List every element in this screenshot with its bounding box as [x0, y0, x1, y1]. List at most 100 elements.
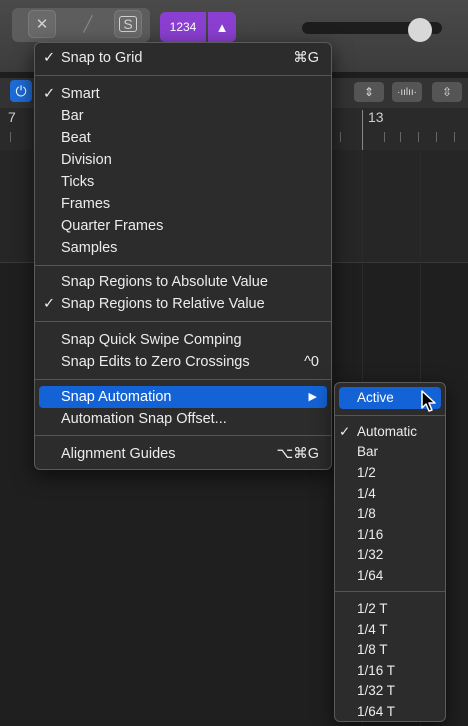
ruler-tick — [10, 132, 11, 142]
menu-item-label: Snap Regions to Relative Value — [61, 296, 265, 312]
menu-separator — [35, 379, 331, 380]
waveform-zoom-button[interactable]: ·ıılıı· — [392, 82, 422, 102]
submenu-item-1-32-t[interactable]: 1/32 T — [339, 680, 441, 702]
menu-item-label: Snap Regions to Absolute Value — [61, 274, 268, 290]
solo-label: S — [119, 16, 137, 32]
menu-item-label: Quarter Frames — [61, 218, 164, 234]
menu-item-frames[interactable]: Frames — [39, 193, 327, 215]
ruler-tick — [436, 132, 437, 142]
menu-item-shortcut: ⌘G — [293, 50, 319, 66]
menu-item-snap-zero-crossings[interactable]: Snap Edits to Zero Crossings ^0 — [39, 351, 327, 373]
menu-item-automation-snap-offset[interactable]: Automation Snap Offset... — [39, 408, 327, 430]
power-icon[interactable]: ⏻ — [10, 80, 32, 102]
submenu-item-1-16-t[interactable]: 1/16 T — [339, 660, 441, 682]
submenu-item-1-4[interactable]: 1/4 — [339, 483, 441, 505]
ruler-tick — [400, 132, 401, 142]
menu-item-label: Smart — [61, 86, 100, 102]
menu-item-label: Snap to Grid — [61, 50, 143, 66]
submenu-item-automatic[interactable]: ✓ Automatic — [339, 421, 441, 443]
fit-vertical-button[interactable]: ⇳ — [432, 82, 462, 102]
submenu-item-bar[interactable]: Bar — [339, 441, 441, 463]
submenu-item-1-2[interactable]: 1/2 — [339, 462, 441, 484]
menu-item-snap-to-grid[interactable]: ✓ Snap to Grid ⌘G — [39, 47, 327, 69]
submenu-item-label: 1/32 — [357, 547, 384, 562]
submenu-item-label: 1/4 — [357, 486, 376, 501]
volume-slider-knob[interactable] — [408, 18, 432, 42]
menu-item-samples[interactable]: Samples — [39, 237, 327, 259]
menu-separator — [335, 415, 445, 416]
snap-menu: ✓ Snap to Grid ⌘G ✓ Smart Bar Beat Divis… — [34, 42, 332, 470]
ruler-tick — [384, 132, 385, 142]
submenu-item-label: 1/16 T — [357, 663, 396, 678]
tuner-icon: ▲ — [215, 19, 229, 35]
menu-item-quarter-frames[interactable]: Quarter Frames — [39, 215, 327, 237]
submenu-item-1-8-t[interactable]: 1/8 T — [339, 639, 441, 661]
menu-item-bar[interactable]: Bar — [39, 105, 327, 127]
submenu-item-label: 1/2 T — [357, 601, 388, 616]
menu-separator — [35, 435, 331, 436]
ruler-bar-number: 13 — [368, 109, 384, 125]
counter-display-button[interactable]: 1234 — [160, 12, 206, 42]
waveform-icon: ·ıılıı· — [397, 86, 417, 98]
menu-item-label: Snap Edits to Zero Crossings — [61, 354, 250, 370]
submenu-item-label: 1/16 — [357, 527, 384, 542]
close-button[interactable]: ✕ — [28, 10, 56, 38]
menu-item-division[interactable]: Division — [39, 149, 327, 171]
ruler-tick — [340, 132, 341, 142]
ruler-tick — [418, 132, 419, 142]
submenu-item-label: Automatic — [357, 424, 418, 439]
snap-automation-submenu: Active ✓ Automatic Bar 1/2 1/4 1/8 1/16 … — [334, 382, 446, 722]
menu-item-label: Samples — [61, 240, 118, 256]
menu-item-label: Ticks — [61, 174, 95, 190]
menu-item-label: Beat — [61, 130, 91, 146]
fit-vertical-icon: ⇳ — [441, 85, 453, 99]
submenu-item-1-4-t[interactable]: 1/4 T — [339, 619, 441, 641]
submenu-item-label: 1/8 — [357, 506, 376, 521]
menu-separator — [335, 591, 445, 592]
submenu-item-1-8[interactable]: 1/8 — [339, 503, 441, 525]
pencil-tool-button[interactable]: ╱ — [74, 10, 102, 38]
menu-item-label: Bar — [61, 108, 84, 124]
menu-item-snap-automation[interactable]: Snap Automation ▶ — [39, 386, 327, 408]
pencil-icon: ╱ — [83, 16, 93, 33]
menu-item-label: Snap Quick Swipe Comping — [61, 332, 242, 348]
checkmark-icon: ✓ — [339, 424, 351, 439]
ruler-major-tick — [362, 110, 363, 150]
menu-item-label: Alignment Guides — [61, 446, 176, 462]
menu-item-ticks[interactable]: Ticks — [39, 171, 327, 193]
menu-item-label: Division — [61, 152, 112, 168]
menu-item-snap-regions-relative[interactable]: ✓ Snap Regions to Relative Value — [39, 293, 327, 315]
menu-item-smart[interactable]: ✓ Smart — [39, 83, 327, 105]
submenu-item-1-32[interactable]: 1/32 — [339, 544, 441, 566]
stepper-icon: ⇕ — [363, 85, 375, 99]
submenu-item-1-16[interactable]: 1/16 — [339, 524, 441, 546]
submenu-item-1-2-t[interactable]: 1/2 T — [339, 598, 441, 620]
menu-item-snap-quick-swipe[interactable]: Snap Quick Swipe Comping — [39, 329, 327, 351]
submenu-item-label: 1/64 — [357, 568, 384, 583]
menu-item-shortcut: ⌥⌘G — [276, 446, 320, 462]
menu-item-beat[interactable]: Beat — [39, 127, 327, 149]
mouse-cursor-icon — [421, 390, 436, 412]
submenu-item-1-64-t[interactable]: 1/64 T — [339, 701, 441, 723]
submenu-item-1-64[interactable]: 1/64 — [339, 565, 441, 587]
solo-button[interactable]: S — [114, 10, 142, 38]
menu-separator — [35, 321, 331, 322]
submenu-item-label: 1/2 — [357, 465, 376, 480]
menu-item-label: Automation Snap Offset... — [61, 411, 227, 427]
menu-item-label: Frames — [61, 196, 111, 212]
checkmark-icon: ✓ — [43, 296, 56, 312]
checkmark-icon: ✓ — [43, 86, 56, 102]
menu-item-alignment-guides[interactable]: Alignment Guides ⌥⌘G — [39, 443, 327, 465]
submenu-item-label: 1/64 T — [357, 704, 396, 719]
submenu-item-label: Bar — [357, 444, 379, 459]
tuner-button[interactable]: ▲ — [208, 12, 236, 42]
submenu-item-label: 1/4 T — [357, 622, 388, 637]
ruler-bar-number: 7 — [8, 109, 16, 125]
submenu-arrow-icon: ▶ — [308, 391, 317, 403]
submenu-item-label: Active — [357, 390, 394, 405]
menu-item-snap-regions-absolute[interactable]: Snap Regions to Absolute Value — [39, 271, 327, 293]
checkmark-icon: ✓ — [43, 50, 56, 66]
menu-item-shortcut: ^0 — [304, 354, 319, 370]
submenu-item-label: 1/32 T — [357, 683, 396, 698]
stepper-button[interactable]: ⇕ — [354, 82, 384, 102]
